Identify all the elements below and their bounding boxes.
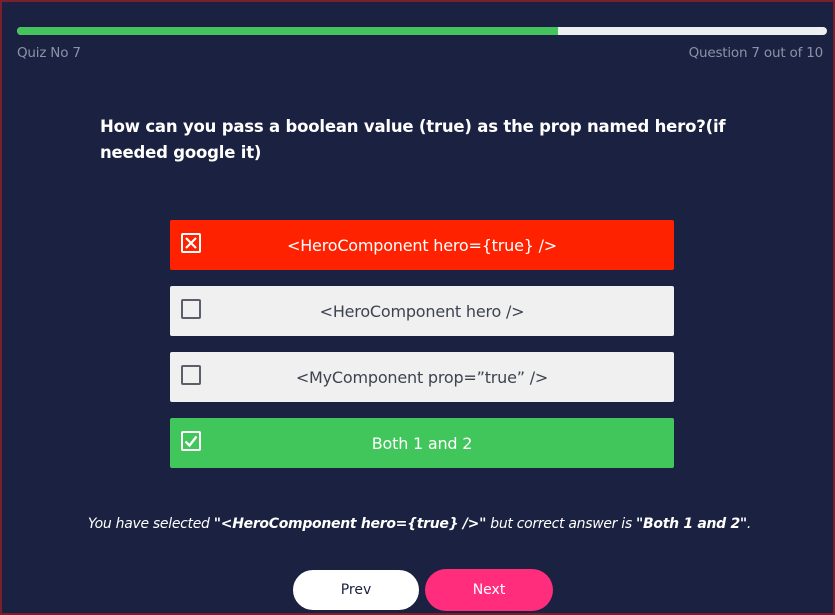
option-3-label: <MyComponent prop=”true” /> xyxy=(295,367,549,387)
check-checkbox-icon xyxy=(181,431,201,451)
feedback-selected-answer: "<HeroComponent hero={true} />" xyxy=(213,516,487,532)
question-text: How can you pass a boolean value (true) … xyxy=(100,117,726,162)
feedback-correct-answer: "Both 1 and 2" xyxy=(636,516,747,532)
question-counter: Question 7 out of 10 xyxy=(688,45,824,61)
answer-feedback: You have selected "<HeroComponent hero={… xyxy=(2,516,835,532)
progress-bar-fill xyxy=(17,27,559,35)
next-button[interactable]: Next xyxy=(425,569,553,611)
prev-button[interactable]: Prev xyxy=(292,569,420,611)
feedback-suffix: . xyxy=(746,516,752,532)
feedback-middle: but correct answer is xyxy=(486,516,637,532)
option-3[interactable]: <MyComponent prop=”true” /> xyxy=(170,352,674,402)
quiz-label: Quiz No 7 xyxy=(17,45,81,61)
x-checkbox-icon xyxy=(181,233,201,253)
progress-bar xyxy=(17,27,827,35)
option-1-label: <HeroComponent hero={true} /> xyxy=(287,235,557,255)
empty-checkbox-icon xyxy=(181,365,201,385)
options-list: <HeroComponent hero={true} /> <HeroCompo… xyxy=(170,220,674,484)
option-4-label: Both 1 and 2 xyxy=(371,433,473,453)
option-2[interactable]: <HeroComponent hero /> xyxy=(170,286,674,336)
option-1[interactable]: <HeroComponent hero={true} /> xyxy=(170,220,674,270)
option-4[interactable]: Both 1 and 2 xyxy=(170,418,674,468)
feedback-prefix: You have selected xyxy=(87,516,214,532)
empty-checkbox-icon xyxy=(181,299,201,319)
option-2-label: <HeroComponent hero /> xyxy=(319,301,525,321)
